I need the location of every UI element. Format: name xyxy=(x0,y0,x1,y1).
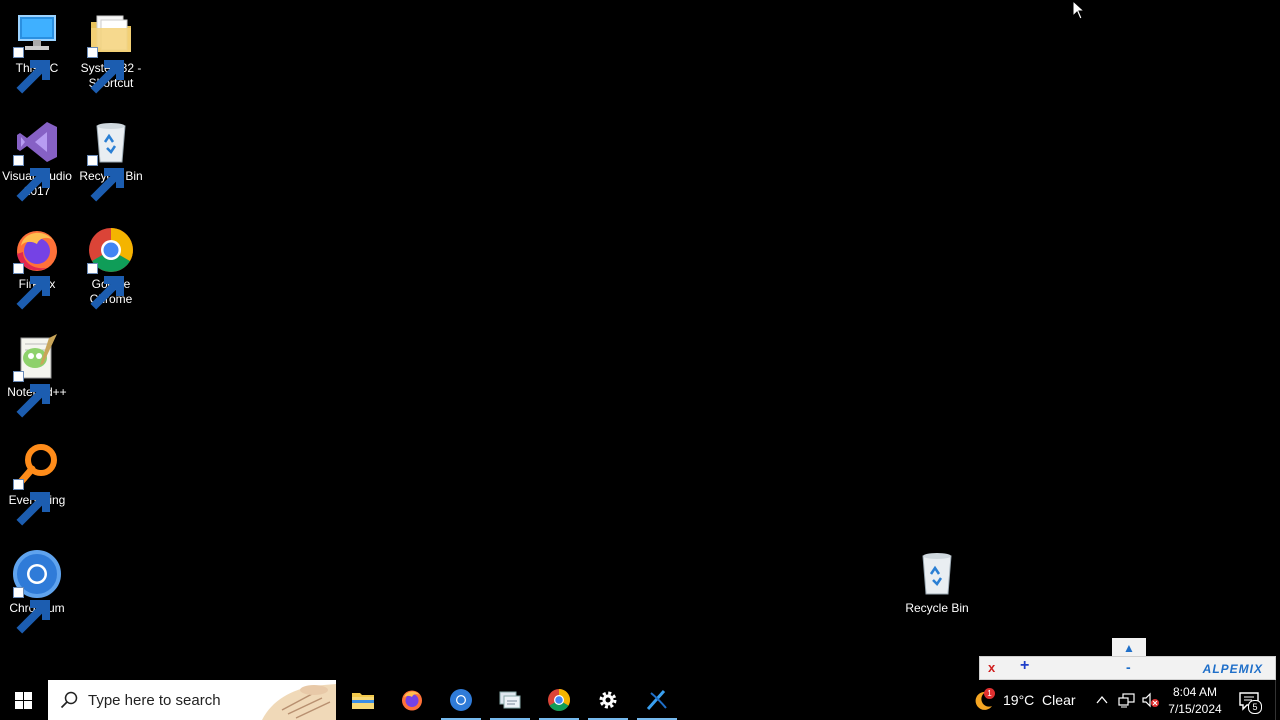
alpemix-icon xyxy=(645,688,669,712)
show-desktop-button[interactable] xyxy=(1275,680,1280,720)
taskbar-network-window[interactable] xyxy=(486,680,534,720)
search-icon xyxy=(60,691,78,709)
taskbar: Type here to search 1 19°C Clear 8:04 AM… xyxy=(0,680,1280,720)
desktop-icon-visual-studio[interactable]: Visual Studio 2017 xyxy=(0,118,74,202)
show-hidden-icons-button[interactable] xyxy=(1094,692,1110,708)
shortcut-arrow-icon xyxy=(13,263,50,310)
start-button[interactable] xyxy=(0,680,48,720)
desktop-icon-recycle-bin-2[interactable]: Recycle Bin xyxy=(900,550,974,616)
taskbar-settings[interactable] xyxy=(584,680,632,720)
desktop-icon-chromium[interactable]: Chromium xyxy=(0,550,74,634)
computer-icon xyxy=(13,10,61,94)
alpemix-close-button[interactable]: x xyxy=(988,660,995,675)
shortcut-arrow-icon xyxy=(87,155,124,202)
chromium-icon xyxy=(13,550,61,634)
visual-studio-icon xyxy=(13,118,61,202)
search-highlight-illustration-icon xyxy=(262,684,336,720)
notepadpp-icon xyxy=(13,334,61,418)
taskbar-chrome[interactable] xyxy=(535,680,583,720)
chrome-icon xyxy=(87,226,135,310)
shortcut-arrow-icon xyxy=(87,263,124,310)
desktop-icon-chrome[interactable]: Google Chrome xyxy=(74,226,148,310)
taskbar-file-explorer[interactable] xyxy=(339,680,387,720)
alpemix-logo: ALPEMIX xyxy=(1202,662,1263,676)
file-explorer-icon xyxy=(351,688,375,712)
network-status-button[interactable] xyxy=(1118,692,1136,708)
firefox-icon xyxy=(400,688,424,712)
alpemix-plus-button[interactable]: + xyxy=(1020,657,1029,675)
shortcut-arrow-icon xyxy=(87,47,124,94)
action-center-button[interactable]: 5 xyxy=(1236,688,1262,714)
mouse-cursor-icon xyxy=(1072,0,1086,20)
taskbar-firefox[interactable] xyxy=(388,680,436,720)
clock-date: 7/15/2024 xyxy=(1168,702,1222,716)
volume-muted-icon xyxy=(1142,692,1159,708)
volume-button[interactable] xyxy=(1142,692,1160,708)
desktop-icon-recycle-bin[interactable]: Recycle Bin xyxy=(74,118,148,202)
desktop-icon-label: Recycle Bin xyxy=(905,601,969,615)
desktop-icon-everything[interactable]: Everything xyxy=(0,442,74,526)
alpemix-minus-button[interactable]: - xyxy=(1126,659,1131,675)
shortcut-arrow-icon xyxy=(13,47,50,94)
desktop-icon-this-pc[interactable]: This PC xyxy=(0,10,74,94)
windows-logo-icon xyxy=(15,692,32,709)
chrome-icon xyxy=(547,688,571,712)
clock-time: 8:04 AM xyxy=(1172,685,1218,699)
everything-icon xyxy=(13,442,61,526)
clock[interactable]: 8:04 AM 7/15/2024 xyxy=(1160,684,1230,718)
alpemix-toolbar: x + - ALPEMIX xyxy=(979,656,1276,680)
notification-count-badge: 5 xyxy=(1248,700,1262,714)
search-placeholder: Type here to search xyxy=(88,692,221,709)
taskbar-search-box[interactable]: Type here to search xyxy=(48,680,336,720)
recycle-bin-icon xyxy=(87,118,135,202)
settings-icon xyxy=(596,688,620,712)
desktop-icon-notepadpp[interactable]: Notepad++ xyxy=(0,334,74,418)
taskbar-chromium[interactable] xyxy=(437,680,485,720)
chromium-icon xyxy=(449,688,473,712)
desktop-icon-firefox[interactable]: Firefox xyxy=(0,226,74,310)
shortcut-arrow-icon xyxy=(13,155,50,202)
network-icon xyxy=(1118,693,1135,708)
shortcut-arrow-icon xyxy=(13,371,50,418)
shortcut-arrow-icon xyxy=(13,479,50,526)
recycle-bin-icon xyxy=(913,550,961,598)
chevron-up-icon xyxy=(1096,695,1108,704)
alpemix-expand-button[interactable]: ▲ xyxy=(1112,638,1146,658)
shortcut-arrow-icon xyxy=(13,587,50,634)
taskbar-alpemix[interactable] xyxy=(633,680,681,720)
weather-text: 19°C Clear xyxy=(1003,692,1076,708)
network-window-icon xyxy=(498,688,522,712)
desktop-icon-system32[interactable]: System32 - Shortcut xyxy=(74,10,148,94)
firefox-icon xyxy=(13,226,61,310)
weather-alert-badge: 1 xyxy=(984,688,995,699)
folder-icon xyxy=(87,10,135,94)
